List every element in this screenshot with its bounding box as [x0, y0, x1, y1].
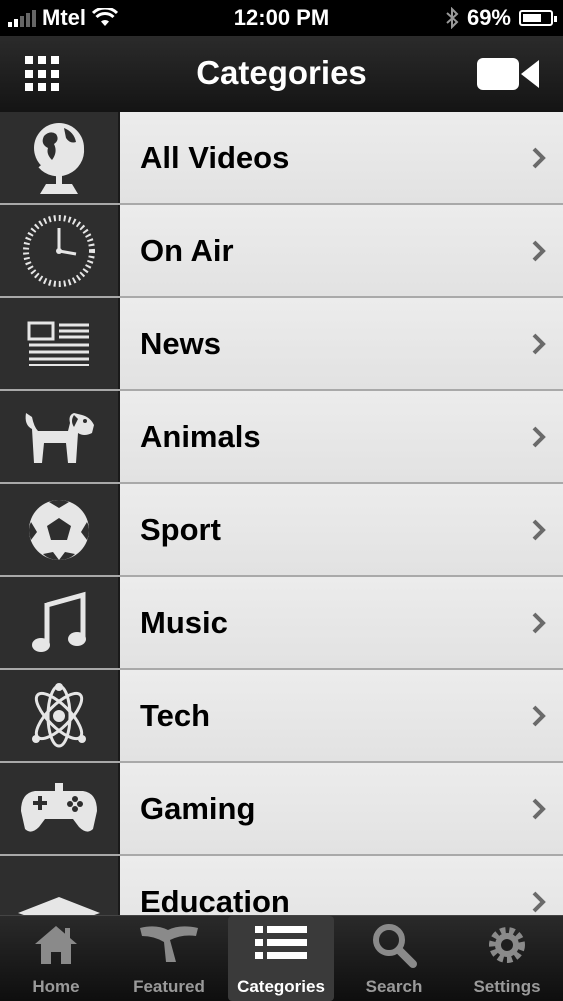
- atom-icon: [32, 682, 86, 747]
- chevron-right-icon: [532, 147, 546, 168]
- tab-featured[interactable]: Featured: [113, 916, 225, 1001]
- icon-cell: [0, 205, 120, 296]
- category-label: Gaming: [140, 790, 256, 826]
- category-label: News: [140, 325, 221, 361]
- chevron-right-icon: [532, 705, 546, 726]
- icon-cell: [0, 112, 120, 203]
- music-note-icon: [32, 591, 86, 652]
- category-label-cell: Education: [120, 856, 563, 915]
- category-label: Tech: [140, 697, 211, 733]
- category-label-cell: Tech: [120, 670, 563, 761]
- chevron-right-icon: [532, 798, 546, 819]
- tab-label: Settings: [473, 977, 541, 996]
- tab-label: Featured: [133, 977, 205, 996]
- status-right: 69%: [445, 5, 557, 31]
- chevron-right-icon: [532, 519, 546, 540]
- battery-percent: 69%: [466, 5, 511, 30]
- category-row-on-air[interactable]: On Air: [0, 205, 563, 298]
- newspaper-icon: [27, 321, 89, 366]
- icon-cell: [0, 391, 120, 482]
- tab-bar: Home Featured Categories Search Settings: [0, 915, 563, 1001]
- soccer-ball-icon: [29, 499, 89, 560]
- icon-cell: [0, 856, 120, 915]
- category-label: Sport: [140, 511, 221, 547]
- status-bar: Mtel 12:00 PM 69%: [0, 0, 563, 36]
- category-label-cell: Animals: [120, 391, 563, 482]
- category-row-education[interactable]: Education: [0, 856, 563, 915]
- chevron-right-icon: [532, 612, 546, 633]
- dog-icon: [25, 412, 95, 463]
- category-row-gaming[interactable]: Gaming: [0, 763, 563, 856]
- category-row-all-videos[interactable]: All Videos: [0, 112, 563, 205]
- tab-search[interactable]: Search: [338, 916, 450, 1001]
- category-row-music[interactable]: Music: [0, 577, 563, 670]
- tab-settings[interactable]: Settings: [451, 916, 563, 1001]
- video-camera-icon[interactable]: [477, 56, 541, 92]
- icon-cell: [0, 298, 120, 389]
- list-icon: [255, 926, 307, 959]
- category-label: Animals: [140, 418, 261, 454]
- chevron-right-icon: [532, 891, 546, 912]
- tab-label: Home: [32, 977, 80, 996]
- icon-cell: [0, 670, 120, 761]
- category-list[interactable]: All Videos On Air News Animals Sport Mus…: [0, 112, 563, 915]
- category-label-cell: Music: [120, 577, 563, 668]
- category-label-cell: All Videos: [120, 112, 563, 203]
- category-row-news[interactable]: News: [0, 298, 563, 391]
- tab-label: Search: [365, 977, 423, 996]
- category-label-cell: On Air: [120, 205, 563, 296]
- icon-cell: [0, 763, 120, 854]
- navigation-bar: Categories: [0, 36, 563, 114]
- category-label: All Videos: [140, 139, 290, 175]
- tab-home[interactable]: Home: [0, 916, 112, 1001]
- category-label: On Air: [140, 232, 234, 268]
- tab-label: Categories: [237, 977, 325, 996]
- icon-cell: [0, 577, 120, 668]
- category-row-sport[interactable]: Sport: [0, 484, 563, 577]
- graduation-cap-icon: [18, 896, 100, 915]
- icon-cell: [0, 484, 120, 575]
- battery-icon: [519, 10, 557, 26]
- chevron-right-icon: [532, 333, 546, 354]
- category-row-tech[interactable]: Tech: [0, 670, 563, 763]
- globe-icon: [34, 122, 85, 194]
- gear-icon: [489, 927, 525, 963]
- bluetooth-icon: [446, 7, 459, 29]
- category-label-cell: Sport: [120, 484, 563, 575]
- category-label: Education: [140, 883, 290, 916]
- featured-icon: [140, 926, 198, 962]
- chevron-right-icon: [532, 240, 546, 261]
- gamepad-icon: [21, 782, 97, 832]
- category-label: Music: [140, 604, 228, 640]
- category-label-cell: Gaming: [120, 763, 563, 854]
- search-icon: [373, 924, 417, 968]
- chevron-right-icon: [532, 426, 546, 447]
- category-label-cell: News: [120, 298, 563, 389]
- category-row-animals[interactable]: Animals: [0, 391, 563, 484]
- clock-icon: [23, 214, 95, 287]
- home-icon: [35, 926, 77, 964]
- tab-categories[interactable]: Categories: [228, 916, 334, 1001]
